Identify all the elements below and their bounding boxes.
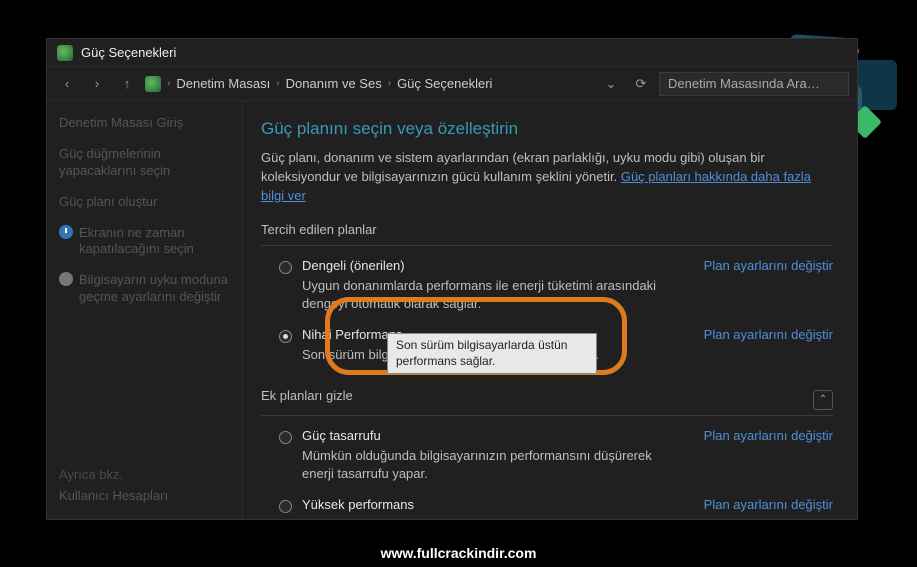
sidebar-link-label: Bilgisayarın uyku moduna geçme ayarların…	[79, 272, 230, 306]
link-change-plan-settings[interactable]: Plan ayarlarını değiştir	[704, 258, 833, 313]
watermark-url: www.fullcrackindir.com	[0, 545, 917, 561]
sidebar-link-user-accounts[interactable]: Kullanıcı Hesapları	[59, 488, 230, 505]
collapse-button[interactable]: ⌃	[813, 390, 833, 410]
plan-guc-tasarrufu: Güç tasarrufu Mümkün olduğunda bilgisaya…	[261, 426, 833, 495]
search-input[interactable]: Denetim Masasında Ara…	[659, 72, 849, 96]
forward-button[interactable]: ›	[85, 72, 109, 96]
plan-desc: Performansa önem verir, ancak daha fazla…	[302, 516, 682, 519]
preferred-plans-header: Tercih edilen planlar	[261, 222, 833, 237]
sidebar: Denetim Masası Giriş Güç düğmelerinin ya…	[47, 101, 243, 519]
moon-icon	[59, 272, 73, 286]
sidebar-link-label: Ekranın ne zaman kapatılacağını seçin	[79, 225, 230, 259]
plan-yuksek-performans: Yüksek performans Performansa önem verir…	[261, 495, 833, 519]
radio-dengeli[interactable]	[279, 261, 292, 274]
control-panel-icon	[145, 76, 161, 92]
up-button[interactable]: ↑	[115, 72, 139, 96]
control-panel-window: Güç Seçenekleri ‹ › ↑ › Denetim Masası ›…	[46, 38, 858, 520]
plan-desc: Uygun donanımlarda performans ile enerji…	[302, 277, 682, 313]
plan-desc: Mümkün olduğunda bilgisayarınızın perfor…	[302, 447, 682, 483]
plan-title[interactable]: Yüksek performans	[302, 497, 682, 512]
radio-guc-tasarrufu[interactable]	[279, 431, 292, 444]
extra-plans-header[interactable]: Ek planları gizle	[261, 388, 353, 403]
breadcrumb-denetim-masasi[interactable]: Denetim Masası	[176, 76, 270, 91]
titlebar: Güç Seçenekleri	[47, 39, 857, 67]
divider	[261, 245, 833, 246]
breadcrumb: › Denetim Masası › Donanım ve Ses › Güç …	[145, 76, 593, 92]
chevron-right-icon: ›	[276, 78, 279, 89]
see-also-header: Ayrıca bkz.	[59, 467, 230, 482]
plan-title[interactable]: Dengeli (önerilen)	[302, 258, 682, 273]
back-button[interactable]: ‹	[55, 72, 79, 96]
link-change-plan-settings[interactable]: Plan ayarlarını değiştir	[704, 327, 833, 364]
sidebar-link-control-panel-home[interactable]: Denetim Masası Giriş	[59, 115, 230, 132]
sidebar-link-sleep-settings[interactable]: Bilgisayarın uyku moduna geçme ayarların…	[59, 272, 230, 306]
chevron-right-icon: ›	[388, 78, 391, 89]
breadcrumb-donanim-ve-ses[interactable]: Donanım ve Ses	[286, 76, 382, 91]
sidebar-link-power-buttons[interactable]: Güç düğmelerinin yapacaklarını seçin	[59, 146, 230, 180]
tooltip: Son sürüm bilgisayarlarda üstün performa…	[387, 333, 597, 374]
sidebar-link-create-plan[interactable]: Güç planı oluştur	[59, 194, 230, 211]
sidebar-link-turn-off-display[interactable]: Ekranın ne zaman kapatılacağını seçin	[59, 225, 230, 259]
divider	[261, 415, 833, 416]
radio-yuksek-performans[interactable]	[279, 500, 292, 513]
clock-icon	[59, 225, 73, 239]
refresh-button[interactable]: ⟳	[629, 72, 653, 96]
main-content: Güç planını seçin veya özelleştirin Güç …	[243, 101, 857, 519]
window-title: Güç Seçenekleri	[81, 45, 176, 60]
radio-nihai-performans[interactable]	[279, 330, 292, 343]
link-change-plan-settings[interactable]: Plan ayarlarını değiştir	[704, 428, 833, 483]
navigation-bar: ‹ › ↑ › Denetim Masası › Donanım ve Ses …	[47, 67, 857, 101]
power-options-icon	[57, 45, 73, 61]
address-dropdown-button[interactable]: ⌄	[599, 72, 623, 96]
intro-text: Güç planı, donanım ve sistem ayarlarında…	[261, 149, 833, 206]
chevron-right-icon: ›	[167, 78, 170, 89]
page-heading: Güç planını seçin veya özelleştirin	[261, 119, 833, 139]
plan-title[interactable]: Güç tasarrufu	[302, 428, 682, 443]
breadcrumb-guc-secenekleri[interactable]: Güç Seçenekleri	[397, 76, 492, 91]
link-change-plan-settings[interactable]: Plan ayarlarını değiştir	[704, 497, 833, 519]
see-also-block: Ayrıca bkz. Kullanıcı Hesapları	[59, 467, 230, 505]
plan-dengeli: Dengeli (önerilen) Uygun donanımlarda pe…	[261, 256, 833, 325]
